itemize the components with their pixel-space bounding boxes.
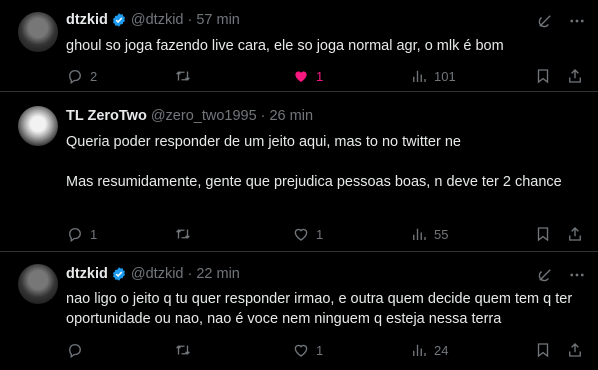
bookmark-button[interactable]	[534, 225, 552, 243]
avatar[interactable]	[18, 12, 58, 52]
reply-count: 2	[90, 68, 98, 84]
share-button[interactable]	[566, 67, 584, 85]
bookmark-button[interactable]	[534, 341, 552, 359]
more-icon[interactable]	[568, 266, 586, 284]
retweet-icon	[174, 225, 192, 243]
views-button[interactable]: 101	[410, 67, 456, 85]
retweet-icon	[174, 67, 192, 85]
view-count: 101	[434, 68, 456, 84]
views-icon	[410, 67, 428, 85]
separator: ·	[260, 108, 266, 124]
timestamp[interactable]: 26 min	[269, 108, 313, 124]
tweet-text-paragraph-1: Queria poder responder de um jeito aqui,…	[66, 134, 461, 150]
avatar[interactable]	[18, 264, 58, 304]
grok-icon[interactable]	[536, 266, 554, 284]
author-handle[interactable]: @dtzkid	[131, 12, 184, 28]
view-count: 55	[434, 226, 449, 242]
verified-badge-icon	[111, 12, 127, 28]
author-name[interactable]: dtzkid	[66, 266, 108, 282]
like-button[interactable]: 1	[292, 225, 410, 243]
views-button[interactable]: 24	[410, 341, 448, 359]
like-count: 1	[316, 342, 324, 358]
tweet-text: ghoul so joga fazendo live cara, ele so …	[66, 38, 504, 54]
bookmark-icon	[534, 225, 552, 243]
share-icon	[566, 225, 584, 243]
views-button[interactable]: 55	[410, 225, 448, 243]
author-name[interactable]: TL ZeroTwo	[66, 108, 147, 124]
author-handle[interactable]: @zero_two1995	[151, 108, 257, 124]
like-count: 1	[316, 68, 324, 84]
tweet-text-paragraph-2: Mas resumidamente, gente que prejudica p…	[66, 174, 562, 190]
reply-count: 1	[90, 226, 98, 242]
reply-button[interactable]	[66, 341, 174, 359]
timestamp[interactable]: 22 min	[196, 266, 240, 282]
like-button[interactable]: 1	[292, 67, 410, 85]
tweet-text: nao ligo o jeito q tu quer responder irm…	[66, 291, 573, 327]
retweet-button[interactable]	[174, 341, 292, 359]
heart-icon	[292, 341, 310, 359]
retweet-button[interactable]	[174, 225, 292, 243]
more-icon[interactable]	[568, 12, 586, 30]
share-icon	[566, 341, 584, 359]
reply-icon	[66, 341, 84, 359]
bookmark-button[interactable]	[534, 67, 552, 85]
timestamp[interactable]: 57 min	[196, 12, 240, 28]
views-icon	[410, 225, 428, 243]
reply-button[interactable]: 2	[66, 67, 174, 85]
heart-icon	[292, 225, 310, 243]
tweet[interactable]: dtzkid @dtzkid · 57 min ghoul so joga fa…	[0, 0, 598, 92]
share-button[interactable]	[566, 341, 584, 359]
views-icon	[410, 341, 428, 359]
tweet-content: TL ZeroTwo @zero_two1995 · 26 min Queria…	[0, 93, 598, 253]
tweet[interactable]: dtzkid @dtzkid · 22 min nao ligo o jeito…	[0, 252, 598, 370]
share-icon	[566, 67, 584, 85]
bookmark-icon	[534, 67, 552, 85]
separator: ·	[187, 266, 193, 282]
reply-icon	[66, 225, 84, 243]
grok-icon[interactable]	[536, 12, 554, 30]
reply-button[interactable]: 1	[66, 225, 174, 243]
heart-filled-icon	[292, 67, 310, 85]
author-name[interactable]: dtzkid	[66, 12, 108, 28]
view-count: 24	[434, 342, 449, 358]
author-handle[interactable]: @dtzkid	[131, 266, 184, 282]
retweet-button[interactable]	[174, 67, 292, 85]
reply-icon	[66, 67, 84, 85]
share-button[interactable]	[566, 225, 584, 243]
retweet-icon	[174, 341, 192, 359]
bookmark-icon	[534, 341, 552, 359]
like-button[interactable]: 1	[292, 341, 410, 359]
verified-badge-icon	[111, 266, 127, 282]
like-count: 1	[316, 226, 324, 242]
separator: ·	[187, 12, 193, 28]
